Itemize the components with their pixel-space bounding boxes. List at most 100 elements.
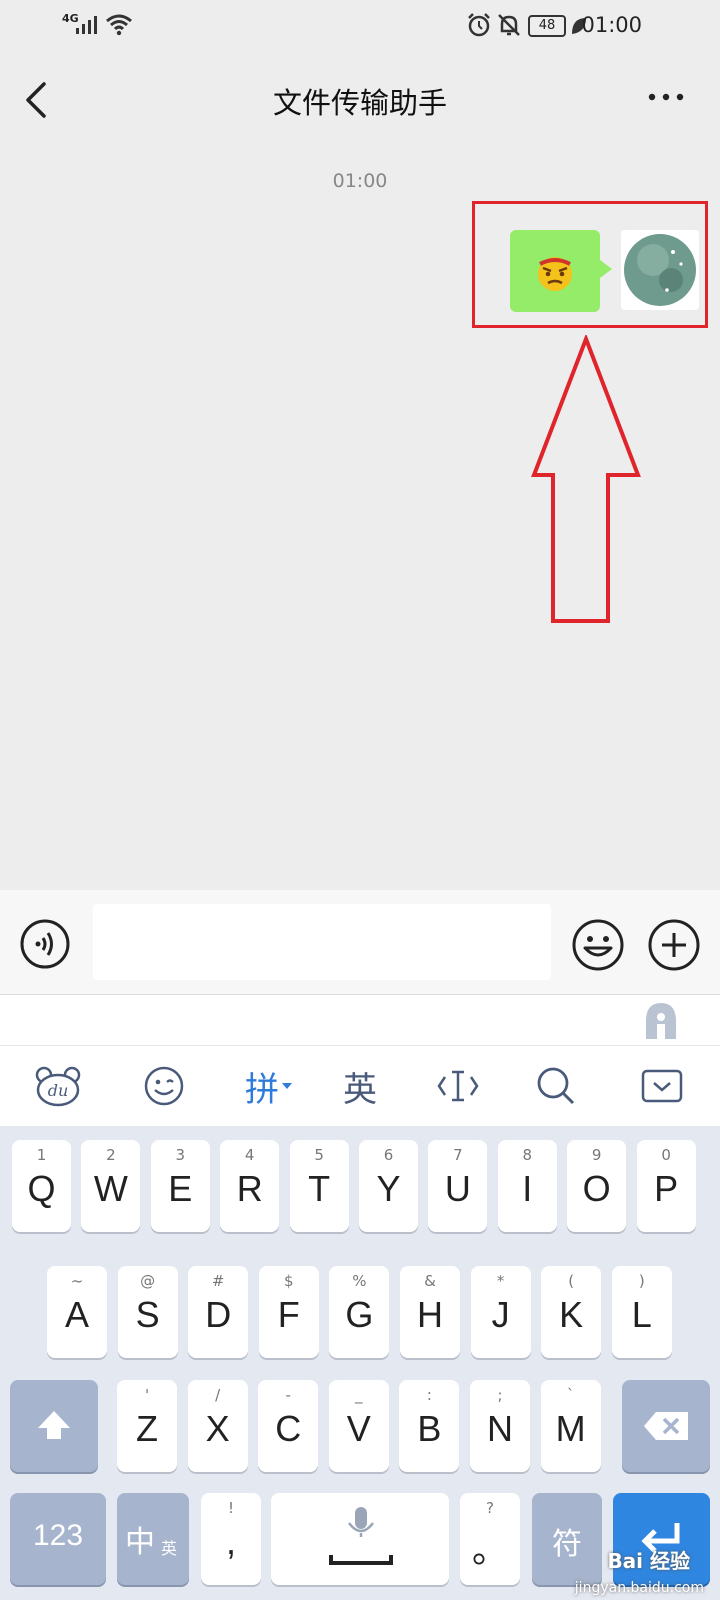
delete-icon [644,1412,688,1440]
key-c[interactable]: -C [258,1380,319,1472]
key-label: R [236,1168,263,1209]
key-r[interactable]: 4R [220,1140,280,1232]
english-label: 英 [343,1069,377,1110]
key-o[interactable]: 9O [567,1140,627,1232]
key-a[interactable]: ~ A [47,1266,107,1358]
plus-icon[interactable] [647,918,701,972]
toolbar-cursor[interactable] [428,1046,488,1126]
symbol-key-label: 符 [552,1528,582,1561]
key-hint: % [352,1272,367,1290]
numeric-key[interactable]: 123 [10,1493,106,1585]
key-label: B [417,1408,442,1449]
key-label: D [205,1294,232,1335]
toolbar-baidu[interactable]: du [28,1046,88,1126]
key-q[interactable]: 1Q [12,1140,71,1232]
key-hint: : [426,1386,432,1404]
candidate-strip [0,995,720,1046]
key-y[interactable]: 6Y [359,1140,418,1232]
key-hint: _ [355,1386,363,1404]
key-hint: 3 [175,1146,186,1164]
toolbar-pinyin[interactable]: 拼 [234,1046,304,1126]
key-l[interactable]: ) L [611,1266,672,1358]
svg-text:du: du [48,1081,69,1100]
space-key[interactable] [271,1493,449,1585]
key-label: I [522,1168,533,1209]
watermark-url: jingyan.baidu.com [574,1580,704,1596]
key-label: S [135,1294,160,1335]
red-arrow-annotation [531,335,641,623]
delete-key[interactable] [622,1380,710,1472]
clock: 01:00 [581,13,642,37]
page-title: 文件传输助手 [272,86,447,120]
shift-icon [38,1411,70,1439]
key-v[interactable]: _ V [328,1380,389,1472]
smiley-icon [144,1066,184,1106]
comma-key[interactable]: ! , [201,1493,261,1585]
key-k[interactable]: (K [541,1266,602,1358]
symbol-key[interactable]: 符 [532,1493,602,1585]
comma-key-label: , [225,1521,236,1562]
key-hint: 8 [522,1146,533,1164]
key-hint: ) [638,1272,645,1290]
key-hint: # [211,1272,225,1290]
message-input[interactable] [93,904,551,980]
key-b[interactable]: :B [399,1380,460,1472]
key-hint: 9 [591,1146,602,1164]
key-hint: 5 [314,1146,324,1164]
key-j[interactable]: * J [470,1266,531,1358]
key-hint: ' [144,1386,150,1404]
key-label: K [559,1294,584,1335]
watermark: Bai 经验 [607,1549,690,1573]
key-hint: 0 [661,1146,671,1164]
key-label: W [93,1168,128,1209]
more-icon[interactable] [646,90,686,104]
key-p[interactable]: 0P [636,1140,696,1232]
key-label: N [487,1408,513,1449]
period-key-hint: ? [486,1499,494,1517]
status-bar: 4G 48 01:00 [0,0,720,52]
voice-icon[interactable] [19,918,71,970]
key-label: F [277,1294,300,1335]
message-timestamp: 01:00 [332,170,388,192]
highlight-box [472,201,708,328]
toolbar-english[interactable]: 英 [330,1046,390,1126]
key-h[interactable]: & H [400,1266,460,1358]
key-hint: 6 [383,1146,394,1164]
baidu-input-icon[interactable] [642,999,680,1041]
toolbar-emoji[interactable] [134,1046,194,1126]
shift-key[interactable] [10,1380,98,1472]
emoji-icon[interactable] [571,918,625,972]
key-hint: 7 [453,1146,463,1164]
key-hint: 2 [106,1146,116,1164]
key-n[interactable]: ; N [470,1380,530,1472]
key-hint: / [215,1386,221,1404]
key-z[interactable]: ' Z [117,1380,177,1472]
key-m[interactable]: ` M [540,1380,601,1472]
key-w[interactable]: 2W [81,1140,141,1232]
key-label: C [275,1408,302,1449]
period-key[interactable]: ? 。 [460,1493,520,1585]
signal-icon [76,16,97,34]
language-key[interactable]: 中 英 [117,1493,189,1585]
key-f[interactable]: $ F [258,1266,319,1358]
key-d[interactable]: # D [188,1266,249,1358]
key-label: P [654,1168,679,1209]
battery-indicator: 48 [528,15,566,37]
key-label: X [205,1408,230,1449]
key-label: L [631,1294,652,1335]
key-i[interactable]: 8I [497,1140,557,1232]
toolbar-hide-keyboard[interactable] [632,1046,692,1126]
key-g[interactable]: % G [329,1266,390,1358]
key-s[interactable]: @ S [117,1266,178,1358]
key-label: O [582,1168,611,1209]
key-label: Y [376,1168,401,1209]
key-u[interactable]: 7U [428,1140,488,1232]
alarm-icon [468,13,490,37]
key-hint: $ [284,1272,294,1290]
key-label: H [417,1294,443,1335]
key-x[interactable]: / X [187,1380,248,1472]
key-t[interactable]: 5T [289,1140,349,1232]
key-e[interactable]: 3E [150,1140,210,1232]
comma-key-hint: ! [227,1499,234,1517]
toolbar-search[interactable] [526,1046,586,1126]
